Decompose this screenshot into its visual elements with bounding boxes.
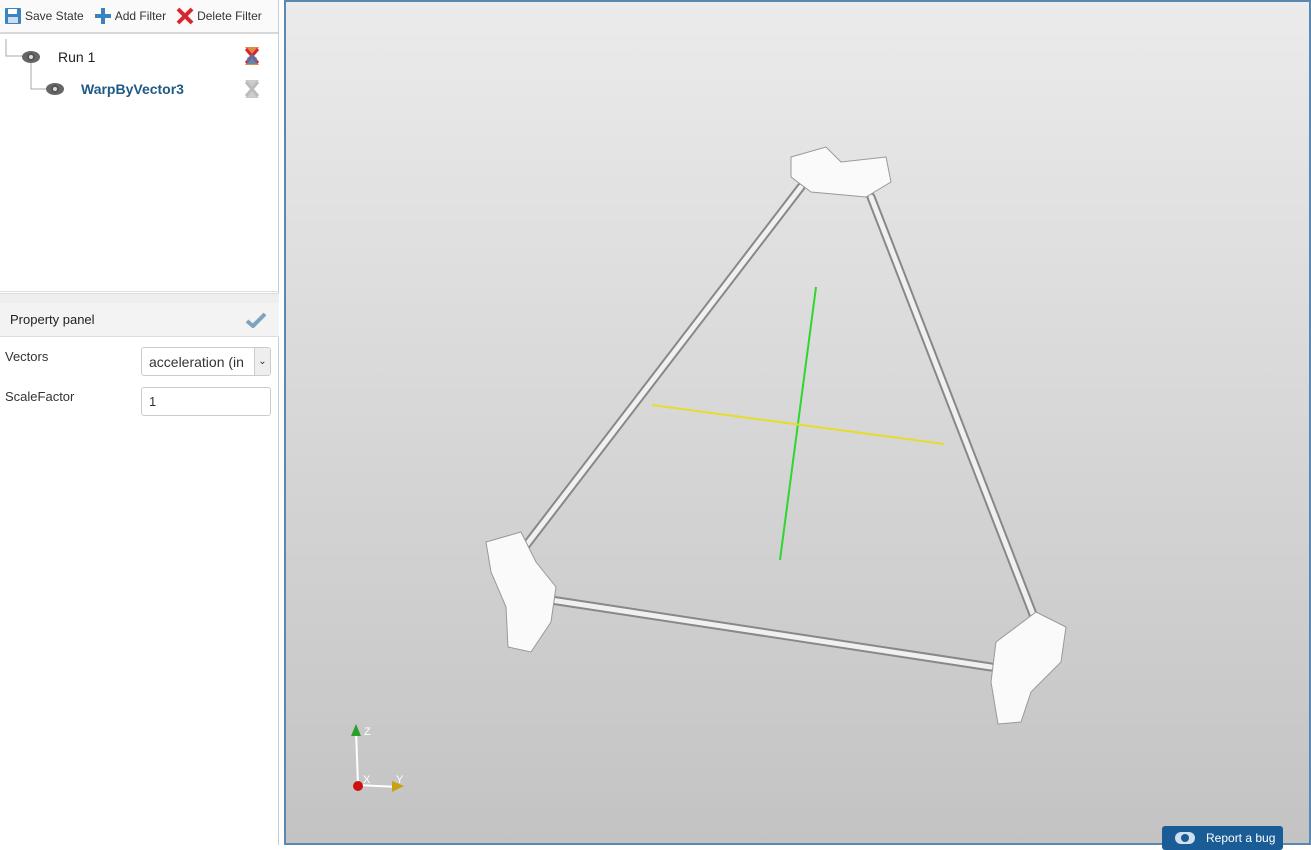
report-bug-label: Report a bug bbox=[1206, 831, 1276, 845]
property-panel-title: Property panel bbox=[10, 312, 95, 327]
pipeline-item-label: Run 1 bbox=[58, 49, 96, 65]
delete-filter-label: Delete Filter bbox=[197, 9, 262, 23]
vectors-select[interactable]: acceleration (in ⌄ bbox=[141, 347, 271, 376]
apply-check-icon[interactable] bbox=[245, 312, 267, 328]
report-bug-button[interactable]: Report a bug bbox=[1162, 826, 1283, 850]
model-render: Z X Y bbox=[351, 146, 1067, 792]
divider bbox=[0, 293, 279, 303]
pipeline-item-warpbyvector3[interactable]: WarpByVector3 bbox=[46, 81, 184, 97]
3d-viewport[interactable]: Z X Y Report a bug bbox=[284, 0, 1311, 850]
delete-icon bbox=[176, 7, 194, 25]
orientation-axes: Z X Y bbox=[351, 724, 404, 792]
delete-filter-button[interactable]: Delete Filter bbox=[176, 7, 262, 25]
scalefactor-label: ScaleFactor bbox=[5, 389, 75, 404]
axis-x-label: X bbox=[363, 774, 371, 786]
scalefactor-input[interactable]: 1 bbox=[141, 387, 271, 416]
vectors-label: Vectors bbox=[5, 349, 49, 364]
axis-z-label: Z bbox=[364, 726, 371, 738]
delete-node-icon[interactable] bbox=[243, 79, 261, 99]
save-state-label: Save State bbox=[25, 9, 84, 23]
camera-icon bbox=[1175, 832, 1195, 844]
vectors-value: acceleration (in bbox=[149, 353, 244, 370]
delete-node-icon[interactable] bbox=[243, 46, 261, 66]
toolbar: Save State Add Filter Delete Filter bbox=[0, 0, 278, 34]
pipeline-item-run1[interactable]: Run 1 bbox=[22, 49, 95, 65]
left-panel: Save State Add Filter Delete Filter Run … bbox=[0, 0, 279, 845]
pipeline-tree: Run 1 WarpByVector3 bbox=[0, 34, 278, 292]
eye-icon[interactable] bbox=[22, 51, 40, 63]
save-icon bbox=[5, 8, 21, 24]
add-filter-button[interactable]: Add Filter bbox=[94, 7, 166, 25]
save-state-button[interactable]: Save State bbox=[4, 7, 84, 25]
pipeline-item-label: WarpByVector3 bbox=[81, 81, 184, 97]
property-panel-header: Property panel bbox=[0, 303, 279, 337]
eye-icon[interactable] bbox=[46, 83, 64, 95]
add-filter-label: Add Filter bbox=[114, 9, 167, 23]
chevron-down-icon[interactable]: ⌄ bbox=[254, 348, 270, 375]
axis-y-label: Y bbox=[396, 774, 404, 786]
plus-icon bbox=[94, 8, 111, 24]
